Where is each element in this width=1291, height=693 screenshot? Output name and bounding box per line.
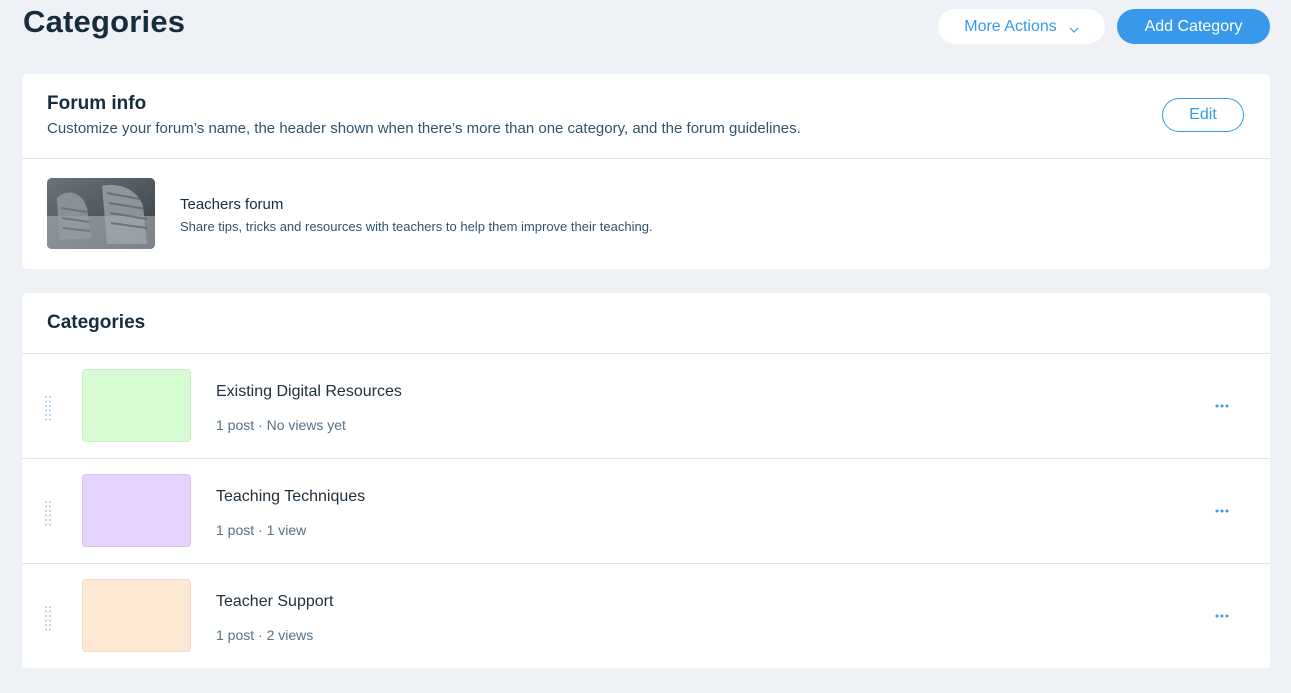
chevron-down-icon bbox=[1069, 22, 1079, 33]
page-title: Categories bbox=[23, 4, 186, 39]
forum-info-description: Customize your forum’s name, the header … bbox=[47, 120, 801, 137]
more-horizontal-icon[interactable] bbox=[1212, 608, 1232, 624]
forum-info-title: Forum info bbox=[47, 93, 147, 114]
category-stats: 1 post · 1 view bbox=[216, 522, 307, 538]
forum-info-header: Forum info Customize your forum’s name, … bbox=[22, 74, 1270, 159]
drag-handle-icon[interactable] bbox=[44, 395, 52, 421]
category-row[interactable]: Teaching Techniques 1 post · 1 view bbox=[22, 459, 1270, 564]
category-stats: 1 post · No views yet bbox=[216, 417, 346, 433]
drag-handle-icon[interactable] bbox=[44, 500, 52, 526]
forum-info-card: Forum info Customize your forum’s name, … bbox=[22, 74, 1270, 269]
forum-cover-image bbox=[47, 178, 155, 249]
category-name: Existing Digital Resources bbox=[216, 383, 402, 400]
add-category-button[interactable]: Add Category bbox=[1117, 9, 1270, 44]
category-stats: 1 post · 2 views bbox=[216, 627, 314, 643]
drag-handle-icon[interactable] bbox=[44, 605, 52, 631]
category-row[interactable]: Teacher Support 1 post · 2 views bbox=[22, 564, 1270, 669]
edit-button[interactable]: Edit bbox=[1162, 98, 1244, 132]
forum-description: Share tips, tricks and resources with te… bbox=[180, 219, 653, 234]
category-cover bbox=[82, 579, 191, 652]
more-actions-label: More Actions bbox=[964, 17, 1057, 35]
forum-name: Teachers forum bbox=[180, 196, 284, 213]
category-cover bbox=[82, 474, 191, 547]
more-horizontal-icon[interactable] bbox=[1212, 503, 1232, 519]
category-row[interactable]: Existing Digital Resources 1 post · No v… bbox=[22, 354, 1270, 459]
categories-section-title: Categories bbox=[47, 312, 146, 333]
category-name: Teaching Techniques bbox=[216, 488, 366, 505]
categories-card: Categories Existing Digital Resources 1 … bbox=[22, 293, 1270, 668]
more-actions-button[interactable]: More Actions bbox=[938, 9, 1105, 44]
more-horizontal-icon[interactable] bbox=[1212, 398, 1232, 414]
category-name: Teacher Support bbox=[216, 593, 334, 610]
category-cover bbox=[82, 369, 191, 442]
